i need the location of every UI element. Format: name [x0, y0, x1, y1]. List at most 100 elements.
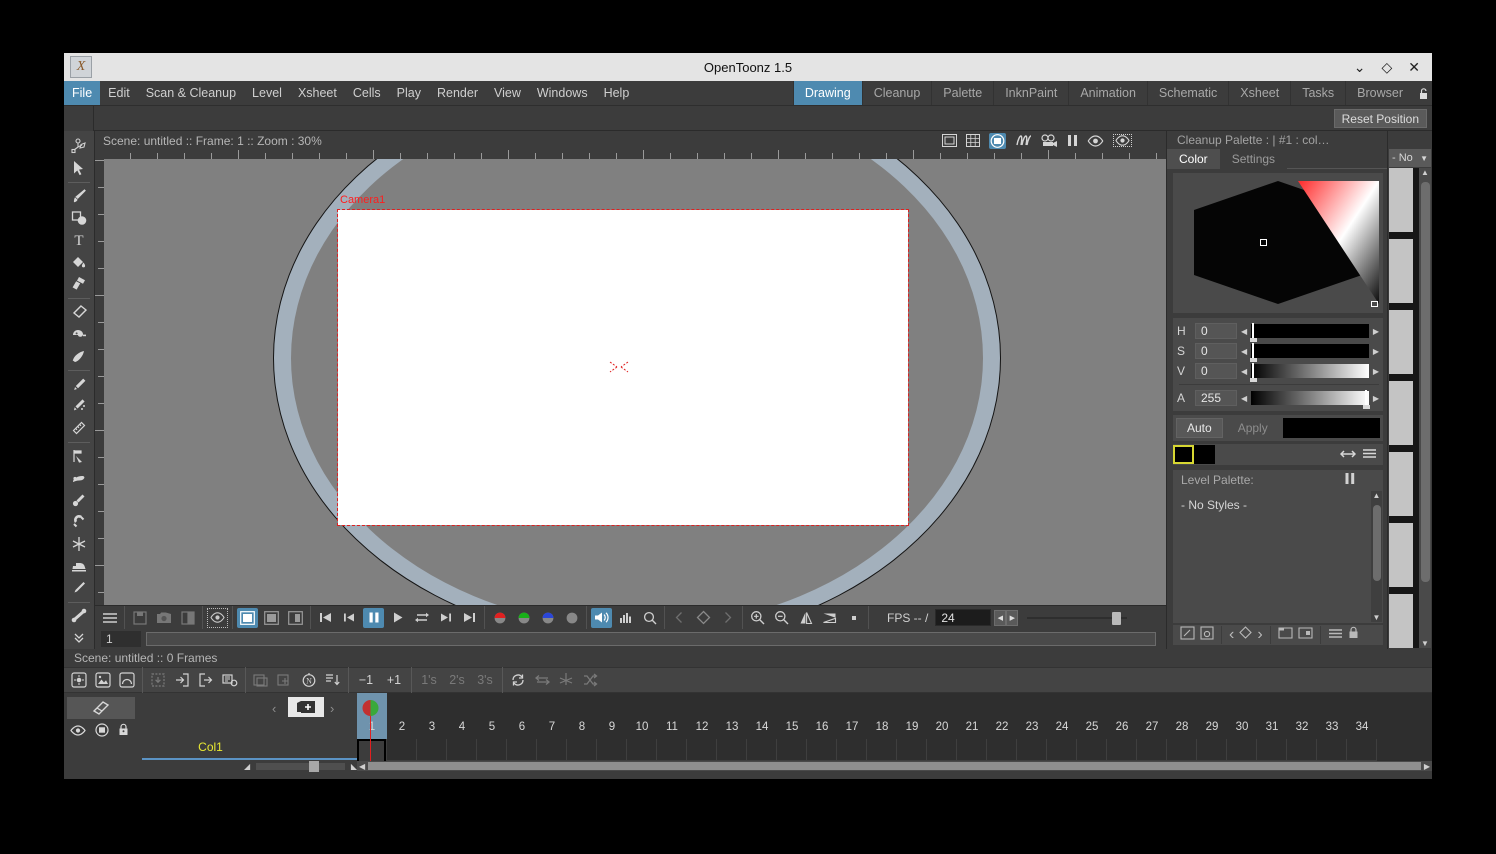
- toggle-level-strip-icon[interactable]: [67, 697, 135, 719]
- reset-position-button[interactable]: Reset Position: [1333, 109, 1427, 128]
- channel-value-v[interactable]: 0: [1195, 363, 1237, 379]
- room-tab-xsheet[interactable]: Xsheet: [1228, 81, 1290, 105]
- menu-item-view[interactable]: View: [486, 81, 529, 105]
- new-level-icon[interactable]: [288, 697, 324, 717]
- xsheet-cell[interactable]: [687, 739, 717, 761]
- control-point-editor-tool[interactable]: [66, 446, 93, 468]
- menu-item-render[interactable]: Render: [429, 81, 486, 105]
- xsheet-cell[interactable]: [987, 739, 1017, 761]
- zoom-tool-icon[interactable]: [639, 608, 660, 628]
- xsheet-cell[interactable]: [567, 739, 597, 761]
- step-ones-button[interactable]: 1's: [416, 669, 442, 691]
- xsheet-cell[interactable]: [957, 739, 987, 761]
- snapshot-icon[interactable]: [153, 608, 174, 628]
- eraser-tool[interactable]: [66, 301, 93, 323]
- channel-slider-v[interactable]: [1250, 363, 1369, 382]
- more-tools-icon[interactable]: [66, 627, 93, 649]
- histogram-icon[interactable]: [615, 608, 636, 628]
- xsheet-cell[interactable]: [537, 739, 567, 761]
- save-palette-icon[interactable]: [1200, 625, 1214, 645]
- freeze-icon[interactable]: [1345, 473, 1355, 487]
- channel-inc-arrow[interactable]: ▶: [1373, 394, 1379, 403]
- new-style-icon[interactable]: [1180, 625, 1195, 645]
- save-level-icon[interactable]: [171, 669, 193, 691]
- options-menu-icon[interactable]: [1328, 626, 1343, 644]
- channel-slider-a[interactable]: [1251, 390, 1371, 409]
- xsheet-cell[interactable]: [417, 739, 447, 761]
- scan-settings-icon[interactable]: [219, 669, 241, 691]
- xsheet-cell[interactable]: [657, 739, 687, 761]
- tab-settings[interactable]: Settings: [1219, 149, 1288, 169]
- menu-item-level[interactable]: Level: [244, 81, 290, 105]
- level-strip-frame[interactable]: [1389, 594, 1413, 648]
- room-tab-palette[interactable]: Palette: [931, 81, 993, 105]
- xsheet-cell[interactable]: [897, 739, 927, 761]
- xsheet-cell[interactable]: [927, 739, 957, 761]
- xsheet-cell[interactable]: [747, 739, 777, 761]
- camera-test-icon[interactable]: [1041, 134, 1058, 147]
- first-frame-icon[interactable]: [315, 608, 336, 628]
- set-key-icon[interactable]: [693, 608, 714, 628]
- channel-slider-s[interactable]: [1250, 343, 1369, 362]
- save-image-icon[interactable]: [129, 608, 150, 628]
- xsheet-cell[interactable]: [1017, 739, 1047, 761]
- last-frame-icon[interactable]: [459, 608, 480, 628]
- channel-dec-arrow[interactable]: ◀: [1241, 367, 1247, 376]
- channel-inc-arrow[interactable]: ▶: [1373, 367, 1379, 376]
- autorenumber-icon[interactable]: N: [298, 669, 320, 691]
- reframe-icon[interactable]: [322, 669, 344, 691]
- scroll-up-arrow[interactable]: ▲: [1373, 491, 1381, 500]
- channel-slider-h[interactable]: [1250, 323, 1369, 342]
- field-guide-icon[interactable]: [966, 134, 980, 147]
- xsheet-cell[interactable]: [1317, 739, 1347, 761]
- next-level-button[interactable]: ›: [330, 701, 334, 716]
- loop-icon[interactable]: [411, 608, 432, 628]
- pinch-tool[interactable]: [66, 468, 93, 490]
- swap-colors-icon[interactable]: [1339, 448, 1362, 462]
- xsheet-cell[interactable]: [1197, 739, 1227, 761]
- xsheet-cell[interactable]: [1227, 739, 1257, 761]
- menu-item-windows[interactable]: Windows: [529, 81, 596, 105]
- column-header-scrollbar[interactable]: ◢ ◣: [244, 760, 357, 772]
- xsheet-cell[interactable]: [1077, 739, 1107, 761]
- new-page-icon[interactable]: [1278, 626, 1293, 644]
- ruler-tool[interactable]: [66, 417, 93, 439]
- step-plus-one-button[interactable]: +1: [381, 669, 407, 691]
- prev-key-icon[interactable]: [669, 608, 690, 628]
- room-tab-browser[interactable]: Browser: [1345, 81, 1414, 105]
- skeleton-tool[interactable]: [66, 605, 93, 627]
- xsheet-horizontal-scrollbar[interactable]: ◀ ▶: [357, 761, 1432, 771]
- style-picker-dots-tool[interactable]: [66, 395, 93, 417]
- scrollbar-thumb[interactable]: [1420, 182, 1430, 582]
- level-strip-frame[interactable]: [1389, 452, 1413, 516]
- step-twos-button[interactable]: 2's: [444, 669, 470, 691]
- preview-icon[interactable]: [1087, 134, 1104, 147]
- xsheet-cell[interactable]: [807, 739, 837, 761]
- animate-tool[interactable]: [66, 135, 93, 157]
- xsheet-cell[interactable]: [1347, 739, 1377, 761]
- view-mode-half-icon[interactable]: [261, 608, 282, 628]
- export-level-icon[interactable]: [195, 669, 217, 691]
- channel-matte-icon[interactable]: [561, 608, 582, 628]
- next-key-icon[interactable]: ›: [1257, 626, 1262, 644]
- safe-area-icon[interactable]: [942, 134, 957, 147]
- channel-dec-arrow[interactable]: ◀: [1241, 347, 1247, 356]
- channel-dec-arrow[interactable]: ◀: [1241, 394, 1247, 403]
- level-strip-frame[interactable]: [1389, 523, 1413, 587]
- lock-palette-icon[interactable]: [1348, 626, 1359, 644]
- onion-skin-marker[interactable]: [361, 699, 380, 718]
- swing-icon[interactable]: [531, 669, 553, 691]
- play-icon[interactable]: [387, 608, 408, 628]
- xsheet-cell[interactable]: [777, 739, 807, 761]
- scroll-up-arrow[interactable]: ▲: [1421, 168, 1429, 177]
- room-tab-tasks[interactable]: Tasks: [1290, 81, 1345, 105]
- step-minus-one-button[interactable]: −1: [353, 669, 379, 691]
- rgb-picker-tool[interactable]: [66, 374, 93, 396]
- scroll-down-arrow[interactable]: ▼: [1373, 613, 1381, 622]
- xsheet-cell[interactable]: [1257, 739, 1287, 761]
- new-raster-level-icon[interactable]: [116, 669, 138, 691]
- xsheet-cell[interactable]: [627, 739, 657, 761]
- tape-tool[interactable]: [66, 323, 93, 345]
- options-menu-icon[interactable]: [1362, 448, 1383, 462]
- xsheet-cell[interactable]: [1137, 739, 1167, 761]
